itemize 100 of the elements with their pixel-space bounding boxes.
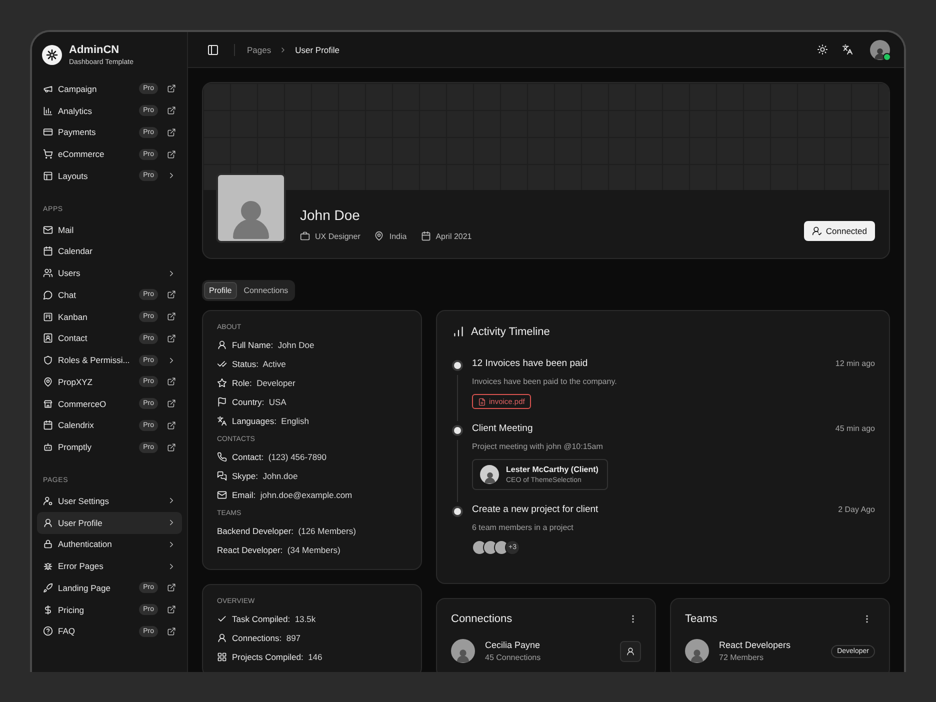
connect-button[interactable] xyxy=(620,640,641,662)
external-icon xyxy=(167,442,176,452)
mail-icon xyxy=(43,224,53,235)
event-title: 12 Invoices have been paid xyxy=(472,358,588,369)
profile-meta: UX Designer xyxy=(315,232,360,240)
external-icon xyxy=(167,420,176,430)
logo-icon xyxy=(42,45,62,65)
card-title: Connections xyxy=(451,613,512,625)
event-time: 45 min ago xyxy=(835,424,875,433)
bar-chart-icon xyxy=(43,106,53,116)
silhouette-icon xyxy=(482,470,496,484)
timeline-dot xyxy=(452,360,462,371)
info-text: Skype: John.doe xyxy=(232,470,298,480)
external-icon xyxy=(167,150,176,159)
double-check-icon xyxy=(217,358,227,368)
event-description: Invoices have been paid to the company. xyxy=(472,377,617,386)
tab[interactable]: Profile xyxy=(204,282,237,299)
lock-icon xyxy=(43,539,53,550)
credit-card-icon xyxy=(43,127,53,138)
info-text: Connections: 897 xyxy=(232,632,301,642)
users-icon xyxy=(43,268,53,278)
info-text: Full Name: John Doe xyxy=(232,340,314,350)
sidebar-item[interactable]: Authentication xyxy=(37,534,182,556)
messages-icon xyxy=(217,470,227,480)
bug-icon xyxy=(43,561,53,572)
event-time: 2 Day Ago xyxy=(838,505,875,514)
store-icon xyxy=(43,398,53,409)
info-text: Projects Compiled: 146 xyxy=(232,652,322,662)
external-icon xyxy=(167,312,176,322)
person-detail: 45 Connections xyxy=(485,653,541,662)
event-description: Project meeting with john @10:15am xyxy=(472,442,603,451)
chevron-icon xyxy=(167,356,176,365)
megaphone-icon xyxy=(43,84,53,94)
event-title: Client Meeting xyxy=(472,423,533,434)
sidebar-item[interactable]: Calendar xyxy=(37,240,182,262)
user-icon xyxy=(217,340,227,350)
sidebar-item[interactable]: Error Pages xyxy=(37,555,182,577)
silhouette-icon xyxy=(455,647,471,663)
sun-icon xyxy=(817,44,828,55)
info-text: Email: john.doe@example.com xyxy=(232,490,352,500)
external-icon xyxy=(167,106,176,116)
external-icon xyxy=(167,605,176,614)
user-gear-icon xyxy=(43,496,53,506)
connected-button[interactable]: Connected xyxy=(804,221,875,241)
chevron-icon xyxy=(167,562,176,571)
chevron-icon xyxy=(167,268,176,278)
chevron-icon xyxy=(167,518,176,528)
tab[interactable]: Connections xyxy=(238,282,294,299)
chat-icon xyxy=(43,290,53,300)
sidebar-item[interactable]: User Profile xyxy=(37,512,182,534)
person-name: React Developers xyxy=(719,640,791,650)
star-icon xyxy=(217,378,227,388)
chevron-icon xyxy=(167,171,176,180)
dollar-icon xyxy=(43,604,53,615)
help-icon xyxy=(43,626,53,636)
event-title: Create a new project for client xyxy=(472,504,598,515)
silhouette-icon xyxy=(689,647,705,663)
info-text: Country: USA xyxy=(232,396,286,406)
external-icon xyxy=(167,399,176,408)
user-icon xyxy=(626,646,635,656)
profile-meta: India xyxy=(389,232,407,240)
calendar-icon xyxy=(43,420,53,430)
external-icon xyxy=(167,583,176,592)
flag-icon xyxy=(217,396,227,406)
external-icon xyxy=(167,334,176,343)
shield-icon xyxy=(43,355,53,366)
external-icon xyxy=(167,377,176,386)
chevron-icon xyxy=(167,540,176,549)
signal-icon xyxy=(452,325,465,338)
person-detail: 72 Members xyxy=(719,653,764,662)
sidebar-item[interactable]: User Settings xyxy=(37,490,182,512)
mail-icon xyxy=(217,490,227,500)
sidebar-item[interactable]: Mail xyxy=(37,218,182,240)
check-icon xyxy=(217,614,227,624)
chevron-icon xyxy=(167,496,176,506)
user-icon xyxy=(217,632,227,642)
translate-icon xyxy=(842,44,853,55)
info-text: Task Compiled: 13.5k xyxy=(232,614,316,624)
breadcrumb-item: User Profile xyxy=(295,44,340,54)
info-text: Languages: English xyxy=(232,416,310,426)
user-avatar[interactable] xyxy=(870,40,890,60)
kanban-icon xyxy=(43,312,53,322)
cart-icon xyxy=(43,149,53,160)
sidebar-item[interactable]: Users xyxy=(37,262,182,284)
info-text: Contact: (123) 456-7890 xyxy=(232,452,327,462)
translate-icon xyxy=(217,416,227,426)
timeline-dot xyxy=(452,506,462,517)
breadcrumb-item[interactable]: Pages xyxy=(247,44,272,54)
profile-meta: April 2021 xyxy=(436,232,472,240)
person-name: Cecilia Payne xyxy=(485,640,541,650)
external-icon xyxy=(167,626,176,636)
timeline-dot xyxy=(452,425,462,436)
rocket-icon xyxy=(43,582,53,593)
map-pin-icon xyxy=(43,376,53,387)
brand-name: AdminCN xyxy=(69,44,120,56)
user-check-icon xyxy=(812,226,822,236)
briefcase-icon xyxy=(300,231,310,241)
grid-icon xyxy=(217,652,227,662)
user-icon xyxy=(43,518,53,528)
external-icon xyxy=(167,84,176,94)
